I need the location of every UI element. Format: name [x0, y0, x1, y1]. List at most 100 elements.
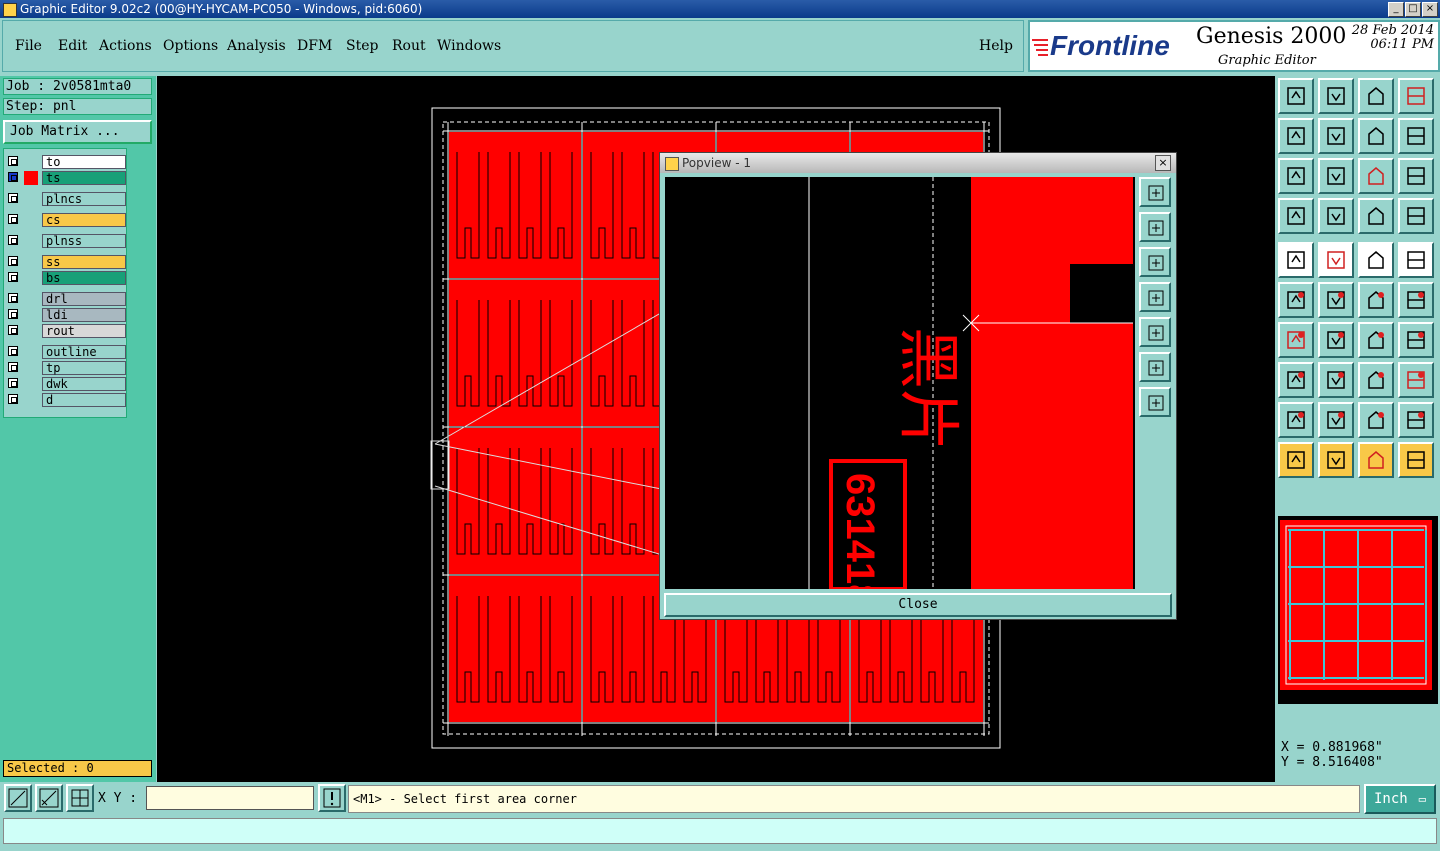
pv-right-button[interactable]	[1139, 317, 1171, 347]
pan-right-button[interactable]	[1318, 118, 1354, 154]
align-button[interactable]	[1358, 362, 1394, 398]
layer-checkbox[interactable]	[8, 272, 18, 282]
execute-button[interactable]	[318, 784, 346, 812]
maximize-button[interactable]: □	[1405, 2, 1421, 17]
layer-name[interactable]: outline	[42, 345, 126, 359]
feature-button[interactable]	[1398, 322, 1434, 358]
layer-name[interactable]: dwk	[42, 377, 126, 391]
layer-checkbox[interactable]	[8, 394, 18, 404]
pad-button[interactable]	[1398, 242, 1434, 278]
layer-checkbox[interactable]	[8, 346, 18, 356]
layer-row[interactable]: rout	[8, 324, 126, 338]
scale-button[interactable]	[1358, 158, 1394, 194]
menu-windows[interactable]: Windows	[437, 38, 501, 54]
grid-button[interactable]	[1318, 198, 1354, 234]
menu-options[interactable]: Options	[163, 38, 218, 54]
mirror-button[interactable]	[1398, 118, 1434, 154]
close-window-button[interactable]: ×	[1422, 2, 1438, 17]
job-matrix-button[interactable]: Job Matrix ...	[3, 120, 152, 144]
window-button[interactable]	[1398, 78, 1434, 114]
rotate-button[interactable]	[1358, 322, 1394, 358]
menu-dfm[interactable]: DFM	[297, 38, 332, 54]
popview-close-x-button[interactable]: ×	[1155, 155, 1171, 171]
layer-name[interactable]: rout	[42, 324, 126, 338]
layer-checkbox[interactable]	[8, 256, 18, 266]
menu-analysis[interactable]: Analysis	[227, 38, 286, 54]
snap-button[interactable]	[1358, 198, 1394, 234]
layer-checkbox[interactable]	[8, 235, 18, 245]
layer-checkbox[interactable]	[8, 156, 18, 166]
select-button[interactable]	[1318, 442, 1354, 478]
tri2-button[interactable]	[1318, 402, 1354, 438]
units-selector[interactable]: Inch ▭	[1364, 784, 1436, 814]
pv-fit-button[interactable]	[1139, 352, 1171, 382]
zoom-out-button[interactable]	[1318, 78, 1354, 114]
home-button[interactable]	[1358, 78, 1394, 114]
measure-button[interactable]	[1278, 242, 1314, 278]
layer-row[interactable]: d	[8, 393, 126, 407]
menu-step[interactable]: Step	[346, 38, 378, 54]
minimize-button[interactable]: _	[1388, 2, 1404, 17]
layer-checkbox[interactable]	[8, 309, 18, 319]
resize-button[interactable]	[1318, 362, 1354, 398]
move-button[interactable]	[1358, 282, 1394, 318]
tri3-button[interactable]	[1358, 402, 1394, 438]
pv-center-button[interactable]	[1139, 387, 1171, 417]
layer-row[interactable]: outline	[8, 345, 126, 359]
xy-input[interactable]	[146, 786, 314, 810]
tri4-button[interactable]	[1398, 402, 1434, 438]
pan-left-button[interactable]	[1278, 118, 1314, 154]
layer-name[interactable]: drl	[42, 292, 126, 306]
slash-button[interactable]	[1318, 322, 1354, 358]
connect-button[interactable]	[1278, 282, 1314, 318]
pv-up-button[interactable]	[1139, 212, 1171, 242]
layer-name[interactable]: ts	[42, 171, 126, 185]
route-button[interactable]	[1398, 442, 1434, 478]
layer-name[interactable]: tp	[42, 361, 126, 375]
layer-row[interactable]: ss	[8, 255, 126, 269]
layer-checkbox[interactable]	[8, 378, 18, 388]
layer-name[interactable]: plnss	[42, 234, 126, 248]
menu-file[interactable]: File	[15, 38, 42, 54]
angle-button[interactable]	[1278, 322, 1314, 358]
layer-name[interactable]: ss	[42, 255, 126, 269]
layer-checkbox[interactable]	[8, 172, 18, 182]
zoom-home-button[interactable]	[1278, 78, 1314, 114]
pv-left-button[interactable]	[1139, 282, 1171, 312]
copy-button[interactable]	[1278, 362, 1314, 398]
grid-button[interactable]	[66, 784, 94, 812]
layer-row[interactable]: plnss	[8, 234, 126, 248]
layer-row[interactable]: ldi	[8, 308, 126, 322]
layer-row[interactable]: cs	[8, 213, 126, 227]
layer-row[interactable]: plncs	[8, 192, 126, 206]
layer-row[interactable]: drl	[8, 292, 126, 306]
help-button[interactable]	[1398, 158, 1434, 194]
layer-row[interactable]: dwk	[8, 377, 126, 391]
fit-button[interactable]	[1278, 158, 1314, 194]
layer-row[interactable]: ts	[8, 171, 126, 185]
layer-row[interactable]: to	[8, 155, 126, 169]
layer-name[interactable]: to	[42, 155, 126, 169]
line-button[interactable]	[1318, 242, 1354, 278]
pointer-button[interactable]	[1278, 442, 1314, 478]
layer-name[interactable]: d	[42, 393, 126, 407]
layer-row[interactable]: bs	[8, 271, 126, 285]
center-button[interactable]	[1318, 158, 1354, 194]
popview-close-button[interactable]: Close	[664, 593, 1172, 617]
snap2-button[interactable]	[1398, 198, 1434, 234]
layer-checkbox[interactable]	[8, 293, 18, 303]
select2-button[interactable]	[1358, 442, 1394, 478]
tri-button[interactable]	[1278, 402, 1314, 438]
layer-row[interactable]: tp	[8, 361, 126, 375]
popview-canvas[interactable]: 黑片 631418	[665, 177, 1135, 606]
pv-zoom-button[interactable]	[1139, 177, 1171, 207]
layer-name[interactable]: ldi	[42, 308, 126, 322]
zoom-area-button[interactable]	[4, 784, 32, 812]
layer-checkbox[interactable]	[8, 193, 18, 203]
move2-button[interactable]	[1398, 282, 1434, 318]
layer-checkbox[interactable]	[8, 362, 18, 372]
layer-checkbox[interactable]	[8, 325, 18, 335]
overview-minimap[interactable]	[1278, 516, 1438, 704]
flip-button[interactable]	[1358, 118, 1394, 154]
ruler-button[interactable]	[1358, 242, 1394, 278]
